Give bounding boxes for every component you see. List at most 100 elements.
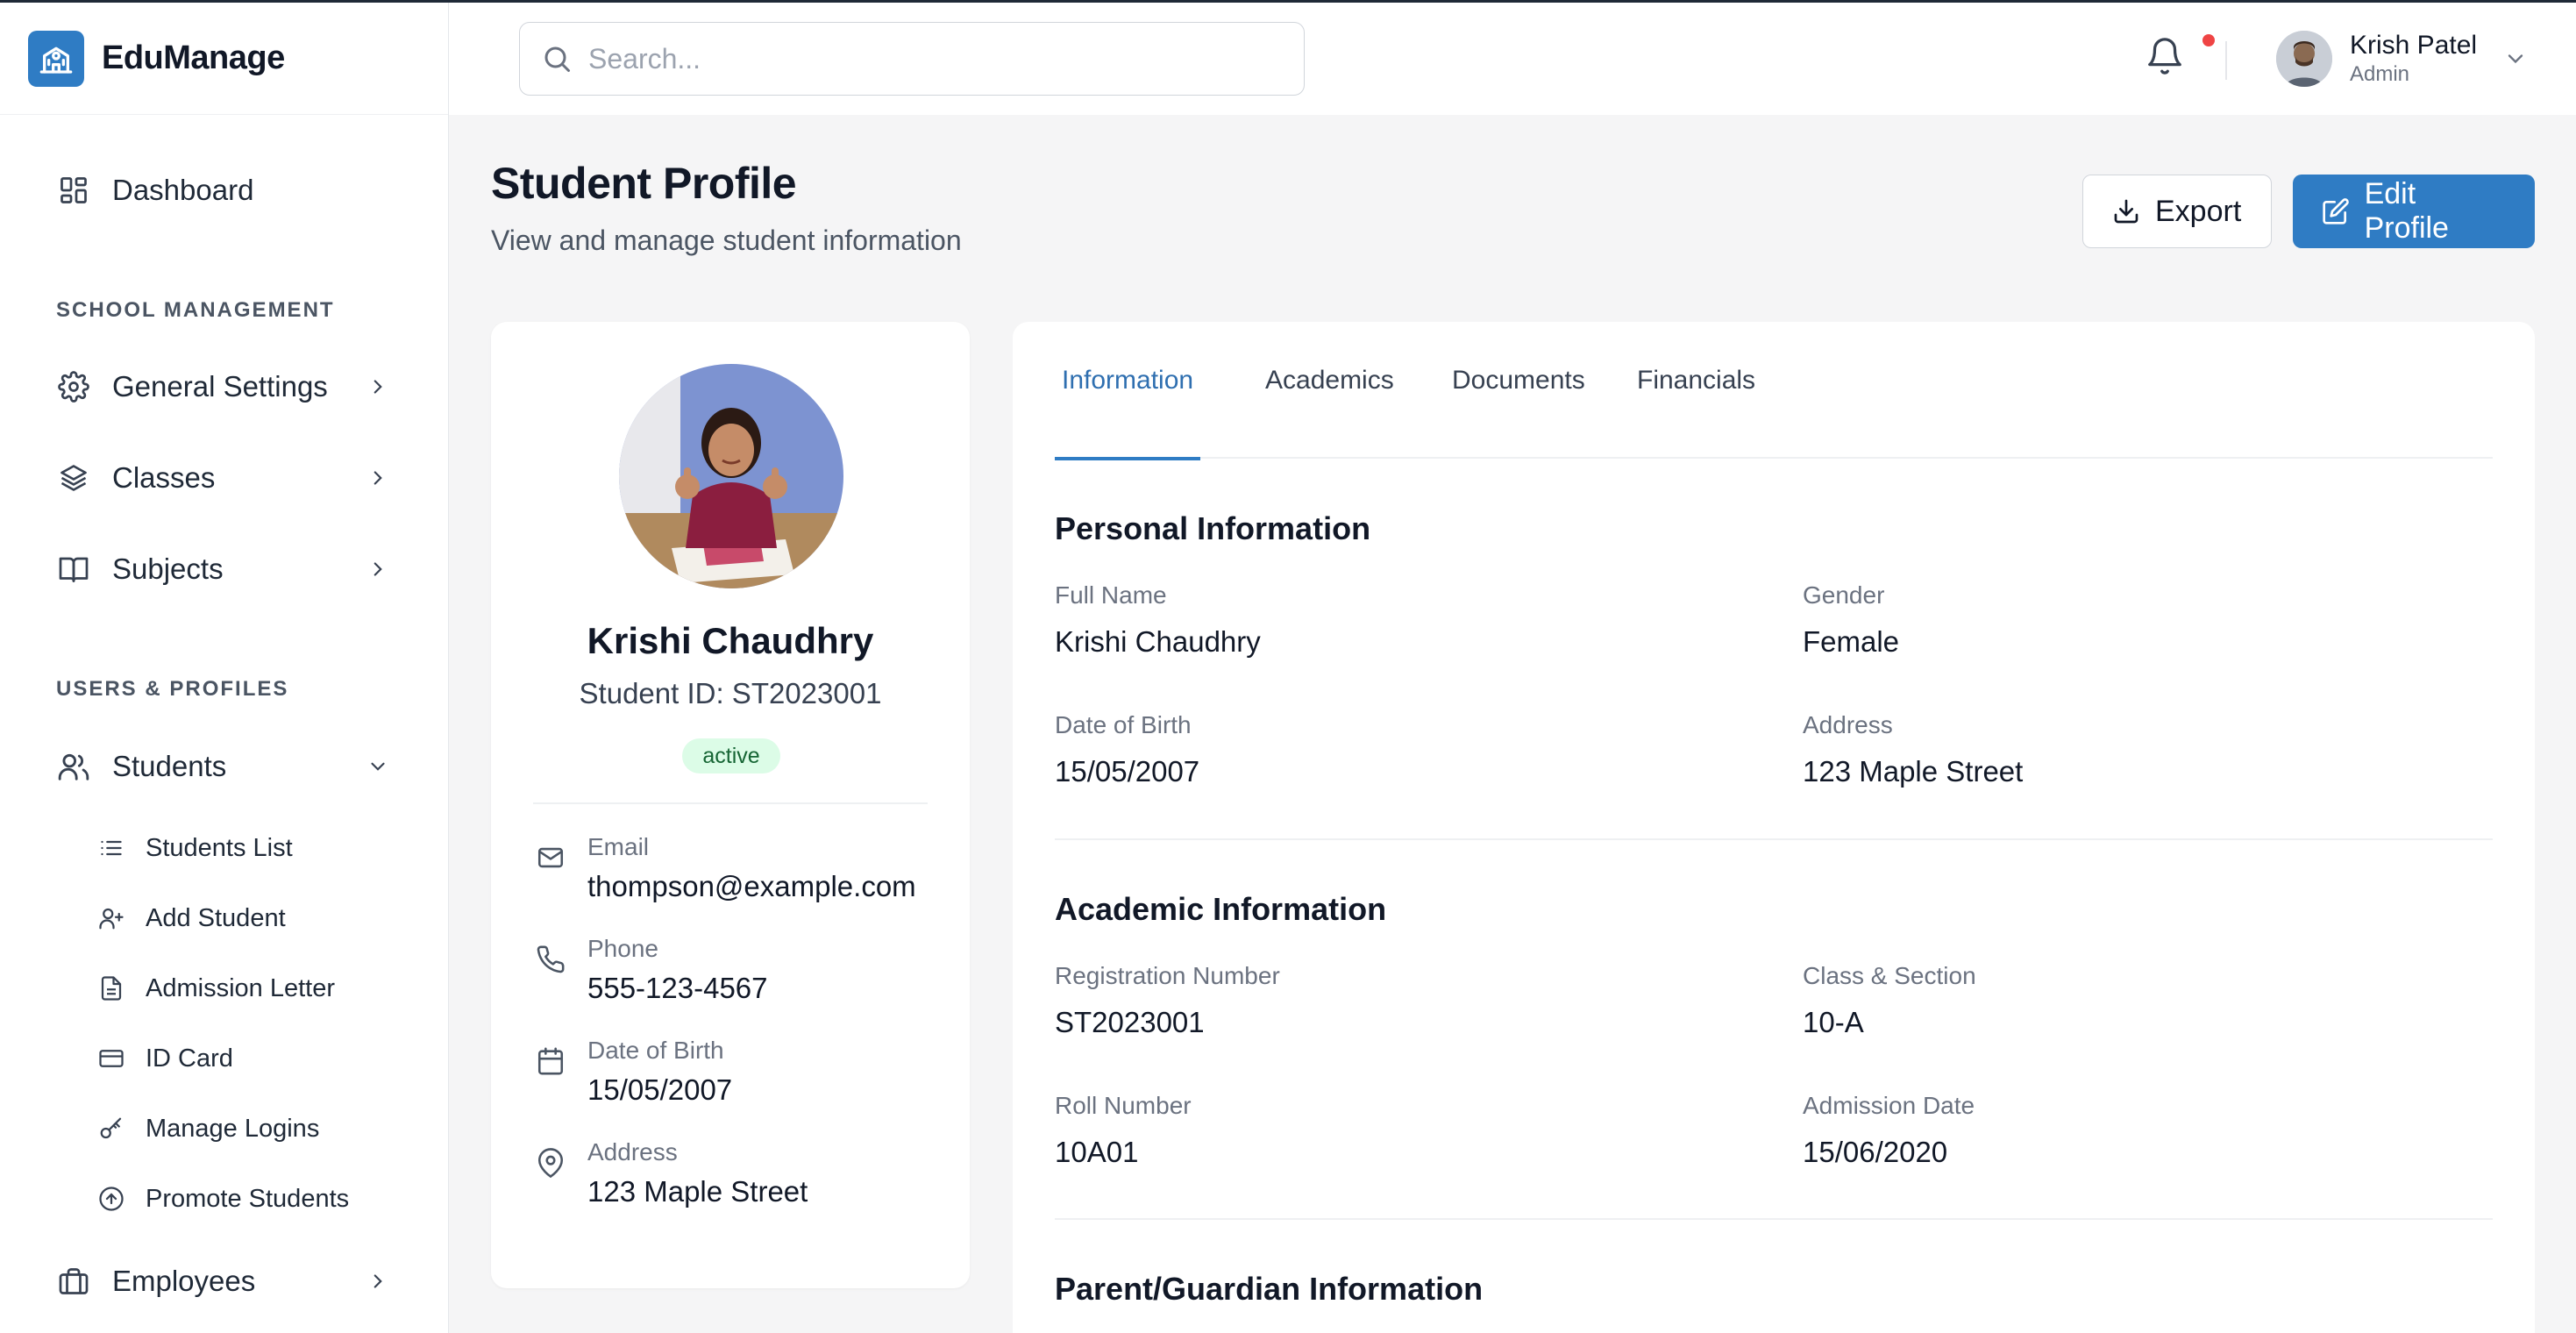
briefcase-icon [56,1264,91,1299]
contact-label: Date of Birth [587,1037,724,1064]
field-value: 10-A [1803,1006,1864,1038]
header-divider [2225,41,2227,80]
book-icon [56,552,91,587]
top-header: Krish Patel Admin [449,3,2576,115]
field-value: 15/06/2020 [1803,1136,1948,1168]
chevron-right-icon [364,1267,392,1295]
status-badge: active [682,738,780,773]
field-full-name: Full Name Krishi Chaudhry [1055,581,1261,659]
sidebar-item-general-settings[interactable]: General Settings [56,362,420,411]
chevron-down-icon [364,752,392,781]
student-photo [619,364,843,588]
page-subtitle: View and manage student information [491,225,962,256]
sidebar-subitem-add-student[interactable]: Add Student [96,897,286,939]
avatar [2276,31,2332,87]
sidebar-subitem-manage-logins[interactable]: Manage Logins [96,1108,319,1150]
search-icon [541,43,573,75]
field-value: ST2023001 [1055,1006,1205,1038]
field-date-of-birth: Date of Birth 15/05/2007 [1055,711,1199,788]
calendar-icon [533,1044,568,1079]
brand[interactable]: EduManage [0,3,448,115]
field-label: Registration Number [1055,962,1280,989]
sidebar-item-label: Classes [112,461,216,494]
section-label-users-profiles: USERS & PROFILES [56,677,289,701]
sidebar-item-classes[interactable]: Classes [56,453,420,503]
sidebar-subitem-label: ID Card [146,1044,233,1073]
section-title-academic: Academic Information [1055,891,1387,927]
section-title-parent: Parent/Guardian Information [1055,1271,1484,1307]
sidebar-subitem-label: Admission Letter [146,973,335,1002]
section-title-personal: Personal Information [1055,510,1371,546]
contact-value: thompson@example.com [587,870,916,902]
sidebar-subitem-students-list[interactable]: Students List [96,827,293,869]
field-registration-number: Registration Number ST2023001 [1055,962,1280,1039]
user-menu[interactable]: Krish Patel Admin [2276,27,2528,90]
card-icon [96,1044,126,1073]
chevron-down-icon [2503,46,2528,71]
sidebar-item-employees[interactable]: Employees [56,1257,420,1306]
sidebar: EduManage Dashboard SCHOOL MANAGEMENT Ge… [0,3,449,1333]
contact-value: 15/05/2007 [587,1073,733,1106]
details-panel: Information Academics Documents Financia… [1013,322,2535,1333]
sidebar-subitem-label: Add Student [146,903,286,932]
user-name: Krish Patel [2350,31,2478,60]
field-label: Admission Date [1803,1092,1975,1119]
export-label: Export [2155,194,2242,228]
edit-profile-button[interactable]: Edit Profile [2293,175,2535,248]
sidebar-item-students[interactable]: Students [56,742,420,791]
tab-academics[interactable]: Academics [1258,366,1401,459]
export-button[interactable]: Export [2082,175,2272,248]
contact-value: 123 Maple Street [587,1175,808,1208]
chevron-right-icon [364,555,392,583]
section-divider [1055,838,2493,840]
sidebar-subitem-label: Promote Students [146,1184,350,1213]
sidebar-item-subjects[interactable]: Subjects [56,545,420,594]
sidebar-item-label: Dashboard [112,174,254,206]
sidebar-subitem-id-card[interactable]: ID Card [96,1037,233,1080]
list-icon [96,833,126,863]
tab-label: Documents [1452,366,1585,395]
grid-icon [56,173,91,208]
sidebar-subitem-promote-students[interactable]: Promote Students [96,1178,349,1220]
notification-dot [2202,34,2215,46]
contact-label: Address [587,1138,678,1165]
contact-label: Email [587,833,650,860]
tab-information[interactable]: Information [1055,366,1201,460]
download-icon [2111,196,2141,226]
search-input[interactable] [588,42,1272,75]
section-label-school-management: SCHOOL MANAGEMENT [56,298,335,322]
field-label: Full Name [1055,581,1167,609]
bell-icon[interactable] [2145,36,2188,80]
field-value: 15/05/2007 [1055,755,1200,788]
users-icon [56,749,91,784]
sidebar-item-label: Subjects [112,552,224,585]
card-divider [533,802,928,804]
sidebar-item-dashboard[interactable]: Dashboard [56,166,420,215]
tab-label: Financials [1637,366,1756,395]
sidebar-subitem-label: Students List [146,833,293,862]
sidebar-item-label: General Settings [112,370,328,403]
contact-address: Address 123 Maple Street [533,1138,808,1208]
school-building-icon [28,30,84,87]
sidebar-item-label: Employees [112,1265,256,1297]
mail-icon [533,840,568,875]
user-role: Admin [2350,62,2410,86]
student-id: Student ID: ST2023001 [579,677,882,709]
chevron-right-icon [364,373,392,401]
search-box[interactable] [519,22,1305,96]
sidebar-subitem-admission-letter[interactable]: Admission Letter [96,967,335,1009]
page-title: Student Profile [491,159,797,208]
tab-financials[interactable]: Financials [1630,366,1762,459]
field-admission-date: Admission Date 15/06/2020 [1803,1092,1975,1169]
field-label: Class & Section [1803,962,1976,989]
gear-icon [56,369,91,404]
sidebar-item-label: Students [112,750,227,782]
edit-profile-label: Edit Profile [2364,177,2449,245]
tab-documents[interactable]: Documents [1445,366,1592,459]
layers-icon [56,460,91,495]
field-gender: Gender Female [1803,581,1899,659]
document-icon [96,973,126,1003]
student-name: Krishi Chaudhry [587,620,874,661]
active-tab-indicator [1055,457,1201,460]
phone-icon [533,942,568,977]
